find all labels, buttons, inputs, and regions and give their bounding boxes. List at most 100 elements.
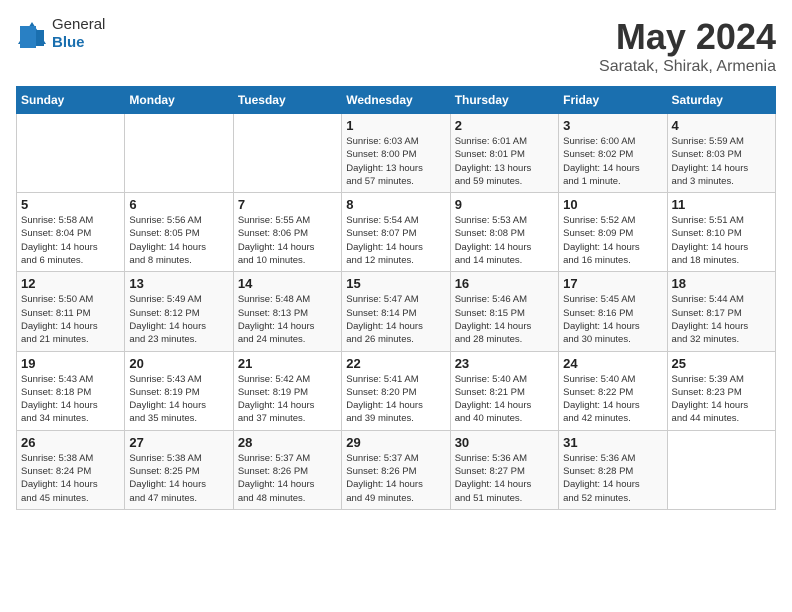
logo-blue: Blue: [52, 34, 85, 51]
calendar-cell: 10 Sunrise: 5:52 AMSunset: 8:09 PMDayligh…: [559, 193, 667, 272]
weekday-header-thursday: Thursday: [450, 87, 558, 114]
calendar-cell: 27 Sunrise: 5:38 AMSunset: 8:25 PMDayligh…: [125, 430, 233, 509]
week-row-3: 12 Sunrise: 5:50 AMSunset: 8:11 PMDayligh…: [17, 272, 776, 351]
day-number: 21: [238, 356, 337, 371]
calendar-cell: 12 Sunrise: 5:50 AMSunset: 8:11 PMDayligh…: [17, 272, 125, 351]
day-info: Sunrise: 5:45 AMSunset: 8:16 PMDaylight:…: [563, 293, 662, 346]
calendar-cell: [17, 114, 125, 193]
calendar-cell: 22 Sunrise: 5:41 AMSunset: 8:20 PMDayligh…: [342, 351, 450, 430]
logo: General Blue: [16, 16, 105, 52]
day-number: 25: [672, 356, 771, 371]
day-info: Sunrise: 5:48 AMSunset: 8:13 PMDaylight:…: [238, 293, 337, 346]
day-number: 3: [563, 118, 662, 133]
day-number: 22: [346, 356, 445, 371]
day-number: 23: [455, 356, 554, 371]
title-block: May 2024 Saratak, Shirak, Armenia: [599, 16, 776, 76]
day-number: 26: [21, 435, 120, 450]
day-info: Sunrise: 5:52 AMSunset: 8:09 PMDaylight:…: [563, 214, 662, 267]
day-info: Sunrise: 5:56 AMSunset: 8:05 PMDaylight:…: [129, 214, 228, 267]
weekday-header-monday: Monday: [125, 87, 233, 114]
day-info: Sunrise: 5:36 AMSunset: 8:27 PMDaylight:…: [455, 452, 554, 505]
weekday-header-wednesday: Wednesday: [342, 87, 450, 114]
calendar-cell: 23 Sunrise: 5:40 AMSunset: 8:21 PMDayligh…: [450, 351, 558, 430]
day-info: Sunrise: 5:37 AMSunset: 8:26 PMDaylight:…: [346, 452, 445, 505]
weekday-header-sunday: Sunday: [17, 87, 125, 114]
day-number: 7: [238, 197, 337, 212]
day-number: 4: [672, 118, 771, 133]
day-info: Sunrise: 5:50 AMSunset: 8:11 PMDaylight:…: [21, 293, 120, 346]
weekday-header-friday: Friday: [559, 87, 667, 114]
day-number: 10: [563, 197, 662, 212]
calendar-cell: 15 Sunrise: 5:47 AMSunset: 8:14 PMDayligh…: [342, 272, 450, 351]
calendar-cell: 26 Sunrise: 5:38 AMSunset: 8:24 PMDayligh…: [17, 430, 125, 509]
day-info: Sunrise: 6:03 AMSunset: 8:00 PMDaylight:…: [346, 135, 445, 188]
day-number: 27: [129, 435, 228, 450]
day-info: Sunrise: 5:38 AMSunset: 8:25 PMDaylight:…: [129, 452, 228, 505]
calendar-cell: 13 Sunrise: 5:49 AMSunset: 8:12 PMDayligh…: [125, 272, 233, 351]
weekday-header-saturday: Saturday: [667, 87, 775, 114]
day-number: 29: [346, 435, 445, 450]
day-info: Sunrise: 5:58 AMSunset: 8:04 PMDaylight:…: [21, 214, 120, 267]
day-number: 31: [563, 435, 662, 450]
calendar-cell: 17 Sunrise: 5:45 AMSunset: 8:16 PMDayligh…: [559, 272, 667, 351]
month-title: May 2024: [599, 16, 776, 58]
calendar-table: SundayMondayTuesdayWednesdayThursdayFrid…: [16, 86, 776, 510]
calendar-cell: [233, 114, 341, 193]
calendar-cell: 4 Sunrise: 5:59 AMSunset: 8:03 PMDaylight…: [667, 114, 775, 193]
calendar-cell: 3 Sunrise: 6:00 AMSunset: 8:02 PMDaylight…: [559, 114, 667, 193]
calendar-cell: 2Sunrise: 6:01 AMSunset: 8:01 PMDaylight…: [450, 114, 558, 193]
day-number: 15: [346, 276, 445, 291]
day-info: Sunrise: 5:43 AMSunset: 8:19 PMDaylight:…: [129, 373, 228, 426]
calendar-cell: 11 Sunrise: 5:51 AMSunset: 8:10 PMDayligh…: [667, 193, 775, 272]
day-info: Sunrise: 5:40 AMSunset: 8:21 PMDaylight:…: [455, 373, 554, 426]
calendar-cell: 16Sunrise: 5:46 AMSunset: 8:15 PMDayligh…: [450, 272, 558, 351]
day-number: 6: [129, 197, 228, 212]
location-title: Saratak, Shirak, Armenia: [599, 58, 776, 76]
calendar-cell: [125, 114, 233, 193]
day-info: Sunrise: 5:49 AMSunset: 8:12 PMDaylight:…: [129, 293, 228, 346]
day-info: Sunrise: 5:46 AMSunset: 8:15 PMDaylight:…: [455, 293, 554, 346]
calendar-cell: 9 Sunrise: 5:53 AMSunset: 8:08 PMDaylight…: [450, 193, 558, 272]
day-info: Sunrise: 5:51 AMSunset: 8:10 PMDaylight:…: [672, 214, 771, 267]
day-info: Sunrise: 5:59 AMSunset: 8:03 PMDaylight:…: [672, 135, 771, 188]
calendar-cell: 20 Sunrise: 5:43 AMSunset: 8:19 PMDayligh…: [125, 351, 233, 430]
calendar-cell: 24Sunrise: 5:40 AMSunset: 8:22 PMDayligh…: [559, 351, 667, 430]
calendar-cell: [667, 430, 775, 509]
day-number: 1: [346, 118, 445, 133]
calendar-cell: 31 Sunrise: 5:36 AMSunset: 8:28 PMDayligh…: [559, 430, 667, 509]
day-info: Sunrise: 5:36 AMSunset: 8:28 PMDaylight:…: [563, 452, 662, 505]
day-number: 13: [129, 276, 228, 291]
day-number: 24: [563, 356, 662, 371]
logo-general: General: [52, 16, 105, 33]
logo-icon: [16, 20, 48, 48]
day-info: Sunrise: 5:44 AMSunset: 8:17 PMDaylight:…: [672, 293, 771, 346]
calendar-cell: 18 Sunrise: 5:44 AMSunset: 8:17 PMDayligh…: [667, 272, 775, 351]
day-number: 9: [455, 197, 554, 212]
calendar-cell: 21 Sunrise: 5:42 AMSunset: 8:19 PMDayligh…: [233, 351, 341, 430]
day-info: Sunrise: 5:38 AMSunset: 8:24 PMDaylight:…: [21, 452, 120, 505]
day-number: 11: [672, 197, 771, 212]
day-info: Sunrise: 5:41 AMSunset: 8:20 PMDaylight:…: [346, 373, 445, 426]
calendar-cell: 14 Sunrise: 5:48 AMSunset: 8:13 PMDayligh…: [233, 272, 341, 351]
day-number: 19: [21, 356, 120, 371]
day-number: 14: [238, 276, 337, 291]
day-number: 18: [672, 276, 771, 291]
calendar-cell: 29 Sunrise: 5:37 AMSunset: 8:26 PMDayligh…: [342, 430, 450, 509]
weekday-header-tuesday: Tuesday: [233, 87, 341, 114]
day-info: Sunrise: 5:39 AMSunset: 8:23 PMDaylight:…: [672, 373, 771, 426]
calendar-cell: 1 Sunrise: 6:03 AMSunset: 8:00 PMDaylight…: [342, 114, 450, 193]
calendar-cell: 28Sunrise: 5:37 AMSunset: 8:26 PMDayligh…: [233, 430, 341, 509]
day-info: Sunrise: 5:42 AMSunset: 8:19 PMDaylight:…: [238, 373, 337, 426]
day-info: Sunrise: 5:55 AMSunset: 8:06 PMDaylight:…: [238, 214, 337, 267]
week-row-2: 5Sunrise: 5:58 AMSunset: 8:04 PMDaylight…: [17, 193, 776, 272]
day-info: Sunrise: 5:54 AMSunset: 8:07 PMDaylight:…: [346, 214, 445, 267]
day-info: Sunrise: 5:53 AMSunset: 8:08 PMDaylight:…: [455, 214, 554, 267]
day-info: Sunrise: 5:47 AMSunset: 8:14 PMDaylight:…: [346, 293, 445, 346]
day-info: Sunrise: 5:37 AMSunset: 8:26 PMDaylight:…: [238, 452, 337, 505]
day-number: 20: [129, 356, 228, 371]
day-info: Sunrise: 6:00 AMSunset: 8:02 PMDaylight:…: [563, 135, 662, 188]
page-header: General Blue May 2024 Saratak, Shirak, A…: [16, 16, 776, 76]
day-number: 12: [21, 276, 120, 291]
day-number: 17: [563, 276, 662, 291]
calendar-cell: 30Sunrise: 5:36 AMSunset: 8:27 PMDayligh…: [450, 430, 558, 509]
